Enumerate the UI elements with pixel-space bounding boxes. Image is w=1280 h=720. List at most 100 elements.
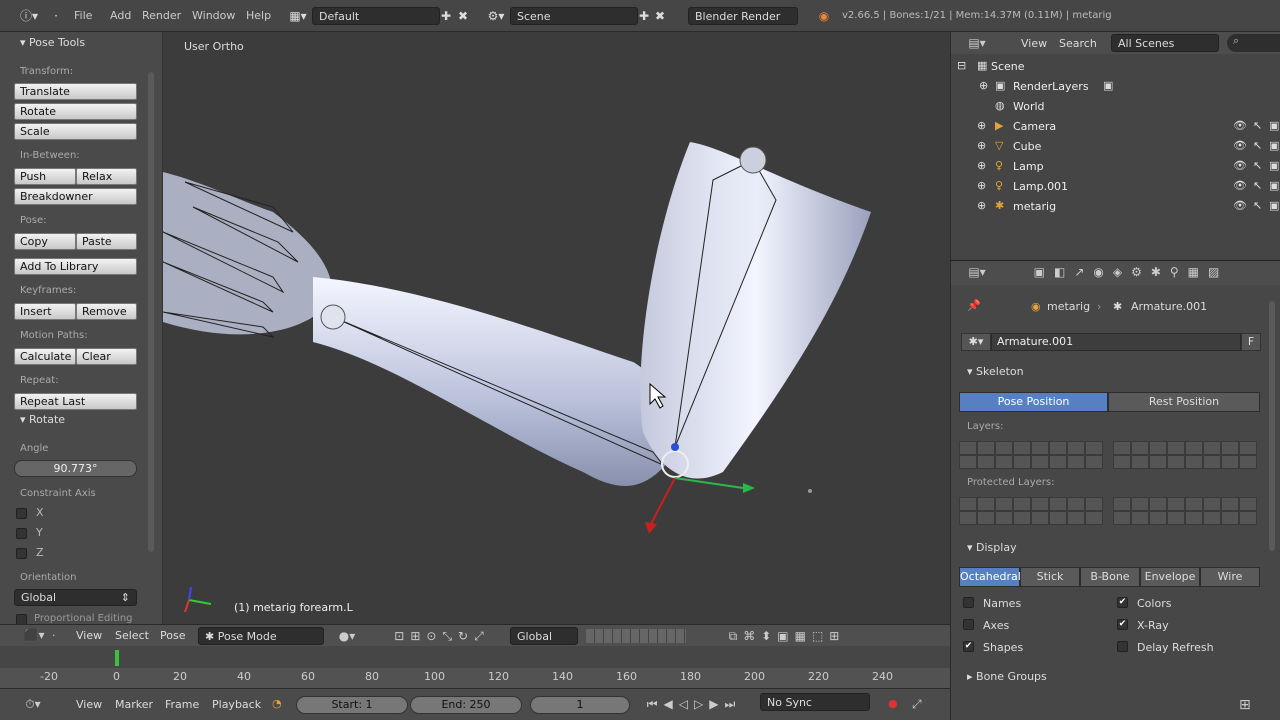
- display-panel-header[interactable]: ▾ Display: [967, 541, 1017, 554]
- render-icon[interactable]: ▣: [1269, 179, 1279, 192]
- 3d-viewport[interactable]: User Ortho (1) metarig forearm.L: [163, 32, 950, 624]
- keying-set-icon[interactable]: ⤢: [912, 697, 922, 712]
- snap-and-render-icons[interactable]: ⧉⌘⬍▣▦⬚⊞: [692, 629, 882, 644]
- display-octahedral-button[interactable]: Octahedral: [959, 567, 1021, 587]
- calculate-button[interactable]: Calculate: [14, 348, 76, 365]
- xray-checkbox[interactable]: ✔: [1117, 619, 1128, 630]
- editor-type-icon-timeline[interactable]: ⏱▾: [18, 697, 48, 712]
- colors-checkbox[interactable]: ✔: [1117, 597, 1128, 608]
- constraint-z-checkbox[interactable]: [16, 548, 27, 559]
- rest-position-button[interactable]: Rest Position: [1108, 392, 1260, 412]
- protected-grid-left[interactable]: [959, 497, 1103, 525]
- bone-groups-panel-header[interactable]: ▸ Bone Groups: [967, 670, 1047, 683]
- marker-menu[interactable]: Marker: [115, 698, 153, 711]
- expand-icon[interactable]: ⊟: [957, 59, 966, 72]
- outliner-row-camera[interactable]: ⊕ ▶ Camera 👁 ↖ ▣: [951, 116, 1280, 136]
- axes-checkbox[interactable]: [963, 619, 974, 630]
- expand-icon[interactable]: ⊕: [977, 179, 986, 192]
- expand-icon[interactable]: ⊕: [979, 79, 988, 92]
- transform-orientation-select[interactable]: Global: [510, 627, 578, 645]
- menu-help[interactable]: Help: [246, 9, 271, 22]
- end-frame-field[interactable]: End: 250: [410, 696, 522, 714]
- paste-button[interactable]: Paste: [76, 233, 137, 250]
- layer-buttons[interactable]: [586, 629, 686, 643]
- expand-icon[interactable]: ⊕: [977, 159, 986, 172]
- clear-button[interactable]: Clear: [76, 348, 137, 365]
- render-icon[interactable]: ▣: [1269, 119, 1279, 132]
- menu-window[interactable]: Window: [192, 9, 235, 22]
- outliner-search-input[interactable]: ⌕: [1227, 34, 1280, 52]
- playback-controls-icons[interactable]: ⏮◀◁▷▶⏭: [634, 697, 754, 712]
- shapes-checkbox[interactable]: ✔: [963, 641, 974, 652]
- outliner-row-metarig[interactable]: ⊕ ✱ metarig 👁 ↖ ▣: [951, 196, 1280, 216]
- orientation-select[interactable]: Global ⇕: [14, 589, 137, 606]
- outliner-row-renderlayers[interactable]: ⊕ ▣ RenderLayers ▣: [951, 76, 1280, 96]
- collapse-menu-icon[interactable]: ·: [48, 7, 64, 25]
- datablock-name-field[interactable]: Armature.001: [991, 333, 1241, 351]
- outliner-row-lamp001[interactable]: ⊕ ♀ Lamp.001 👁 ↖ ▣: [951, 176, 1280, 196]
- editor-type-icon-3d[interactable]: ⬛▾: [18, 628, 50, 642]
- outliner-row-cube[interactable]: ⊕ ▽ Cube 👁 ↖ ▣: [951, 136, 1280, 156]
- timeline[interactable]: -20 0 20 40 60 80 100 120 140 160 180 20…: [0, 646, 950, 688]
- rotate-button[interactable]: Rotate: [14, 103, 137, 120]
- render-icon[interactable]: ▣: [1269, 159, 1279, 172]
- remove-keyframe-button[interactable]: Remove: [76, 303, 137, 320]
- repeat-last-button[interactable]: Repeat Last: [14, 393, 137, 410]
- expand-icon[interactable]: ⊕: [977, 139, 986, 152]
- outliner-search-menu[interactable]: Search: [1059, 37, 1097, 50]
- expand-icon[interactable]: ⊕: [977, 199, 986, 212]
- select-menu[interactable]: Select: [115, 629, 149, 642]
- constraint-y-checkbox[interactable]: [16, 528, 27, 539]
- rotate-operator-header[interactable]: ▾ Rotate: [20, 413, 65, 426]
- view-menu[interactable]: View: [76, 629, 102, 642]
- skeleton-panel-header[interactable]: ▾ Skeleton: [967, 365, 1024, 378]
- properties-context-tabs[interactable]: ▣◧↗◉◈⚙✱⚲▦▨: [1001, 265, 1261, 279]
- delay-refresh-checkbox[interactable]: [1117, 641, 1128, 652]
- scale-button[interactable]: Scale: [14, 123, 137, 140]
- add-to-library-button[interactable]: Add To Library: [14, 258, 137, 275]
- datablock-browse-icon[interactable]: ✱▾: [961, 333, 991, 351]
- editor-type-icon-properties[interactable]: ▤▾: [959, 265, 995, 279]
- render-icon[interactable]: ▣: [1269, 199, 1279, 212]
- add-scene-icon[interactable]: ✚: [636, 7, 652, 25]
- sync-select[interactable]: No Sync: [760, 693, 870, 711]
- translate-button[interactable]: Translate: [14, 83, 137, 100]
- eye-icon[interactable]: 👁: [1233, 159, 1247, 172]
- editor-type-icon[interactable]: ⓘ▾: [14, 7, 44, 25]
- layout-field[interactable]: Default: [312, 7, 440, 25]
- relax-button[interactable]: Relax: [76, 168, 137, 185]
- tool-shelf-scrollbar[interactable]: [148, 72, 154, 552]
- screen-layout-icon[interactable]: ▦▾: [286, 7, 310, 25]
- cursor-select-icon[interactable]: ↖: [1253, 199, 1262, 212]
- constraint-x-checkbox[interactable]: [16, 508, 27, 519]
- pin-icon[interactable]: 📌: [967, 299, 981, 312]
- copy-button[interactable]: Copy: [14, 233, 76, 250]
- outliner-row-lamp[interactable]: ⊕ ♀ Lamp 👁 ↖ ▣: [951, 156, 1280, 176]
- add-icon[interactable]: ⊞: [1239, 697, 1251, 713]
- outliner-row-world[interactable]: ◍ World: [951, 96, 1280, 116]
- remove-scene-icon[interactable]: ✖: [652, 7, 668, 25]
- push-button[interactable]: Push: [14, 168, 76, 185]
- display-wire-button[interactable]: Wire: [1200, 567, 1260, 587]
- scene-field[interactable]: Scene: [510, 7, 638, 25]
- fake-user-button[interactable]: F: [1241, 333, 1261, 351]
- protected-grid-right[interactable]: [1113, 497, 1257, 525]
- eye-icon[interactable]: 👁: [1233, 199, 1247, 212]
- display-envelope-button[interactable]: Envelope: [1140, 567, 1200, 587]
- frame-menu[interactable]: Frame: [165, 698, 199, 711]
- scene-icon[interactable]: ⚙▾: [484, 7, 508, 25]
- current-frame-marker[interactable]: [115, 650, 119, 666]
- menu-render[interactable]: Render: [142, 9, 181, 22]
- pose-menu[interactable]: Pose: [160, 629, 185, 642]
- angle-field[interactable]: 90.773°: [14, 460, 137, 477]
- cursor-select-icon[interactable]: ↖: [1253, 159, 1262, 172]
- mode-select[interactable]: ✱ Pose Mode: [198, 627, 324, 645]
- pose-position-button[interactable]: Pose Position: [959, 392, 1108, 412]
- clock-icon[interactable]: ◔: [272, 697, 282, 710]
- current-frame-field[interactable]: 1: [530, 696, 630, 714]
- eye-icon[interactable]: 👁: [1233, 139, 1247, 152]
- insert-keyframe-button[interactable]: Insert: [14, 303, 76, 320]
- layers-grid-left[interactable]: [959, 441, 1103, 469]
- timeline-view-menu[interactable]: View: [76, 698, 102, 711]
- menu-file[interactable]: File: [74, 9, 92, 22]
